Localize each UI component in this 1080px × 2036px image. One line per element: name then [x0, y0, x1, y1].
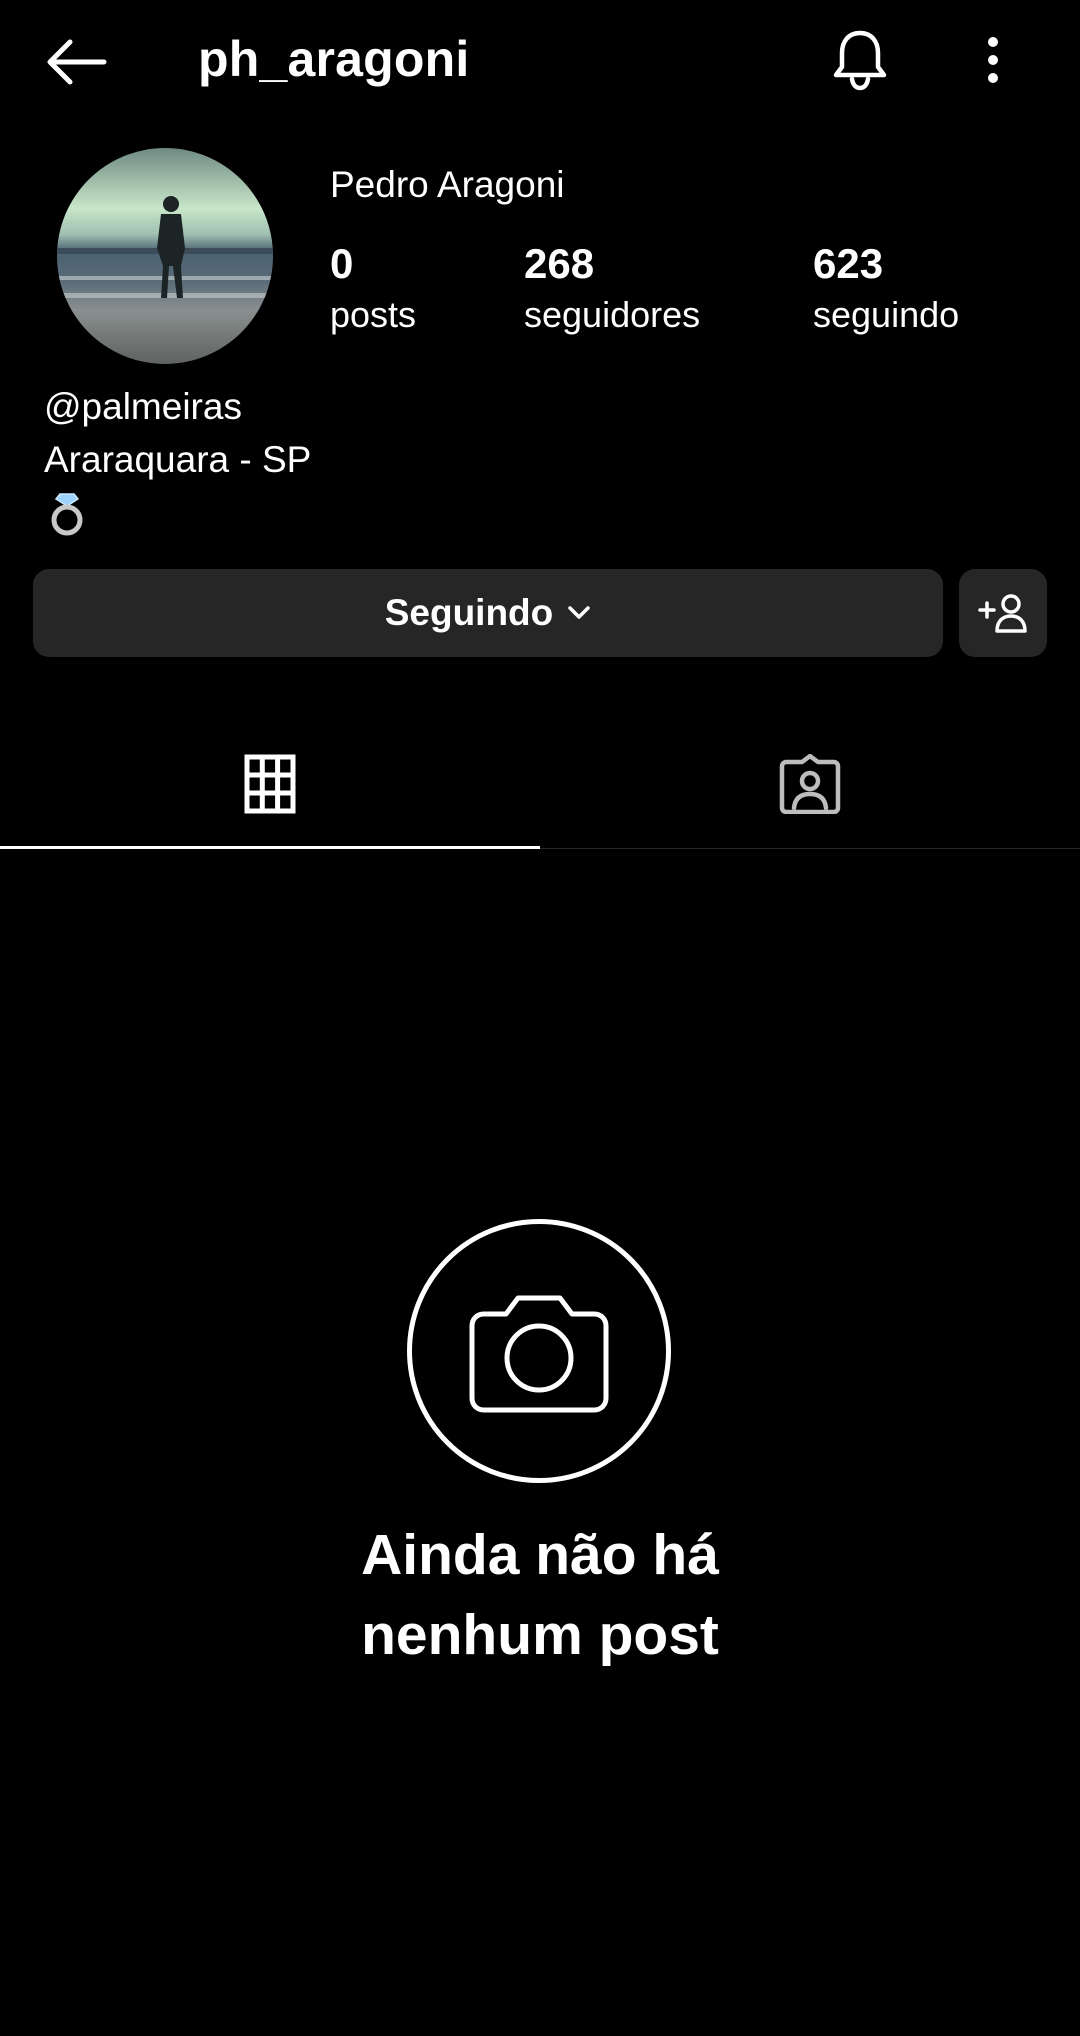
following-label: seguindo	[813, 294, 960, 335]
more-options-button[interactable]	[956, 20, 1030, 100]
profile-bio: @palmeiras Araraquara - SP	[44, 380, 311, 536]
avatar-photo	[57, 148, 273, 364]
following-dropdown-button[interactable]: Seguindo	[33, 569, 943, 657]
empty-state-circle	[407, 1219, 671, 1483]
bell-icon	[833, 30, 887, 91]
more-vertical-icon	[988, 37, 998, 83]
suggested-users-button[interactable]	[959, 569, 1047, 657]
grid-icon	[244, 754, 296, 814]
empty-state-line-2: nenhum post	[361, 1603, 719, 1667]
profile-username: ph_aragoni	[198, 31, 470, 87]
stat-posts[interactable]: 0 posts	[330, 238, 416, 340]
ring-emoji-icon	[44, 488, 90, 536]
posts-count: 0	[330, 240, 354, 287]
back-arrow-icon	[47, 39, 107, 85]
posts-label: posts	[330, 294, 417, 335]
followers-count: 268	[524, 240, 595, 287]
notifications-button[interactable]	[820, 20, 900, 100]
followers-label: seguidores	[524, 294, 701, 335]
tagged-person-icon	[779, 754, 841, 814]
camera-icon	[469, 1295, 609, 1413]
following-count: 623	[813, 240, 884, 287]
profile-avatar[interactable]	[57, 148, 273, 364]
stat-following[interactable]: 623 seguindo	[813, 238, 959, 340]
profile-display-name: Pedro Aragoni	[330, 164, 565, 205]
tab-tagged[interactable]	[540, 720, 1080, 848]
active-tab-indicator	[0, 846, 540, 849]
bio-location: Araraquara - SP	[44, 439, 312, 480]
tab-posts-grid[interactable]	[0, 720, 540, 848]
back-button[interactable]	[36, 22, 116, 102]
add-person-icon	[978, 594, 1027, 633]
bio-mention[interactable]: @palmeiras	[44, 380, 311, 433]
chevron-down-icon	[567, 605, 591, 621]
empty-state-line-1: Ainda não há	[361, 1523, 719, 1587]
empty-state-message: Ainda não há nenhum post	[240, 1515, 840, 1675]
stat-followers[interactable]: 268 seguidores	[524, 238, 700, 340]
following-button-label: Seguindo	[384, 592, 554, 633]
